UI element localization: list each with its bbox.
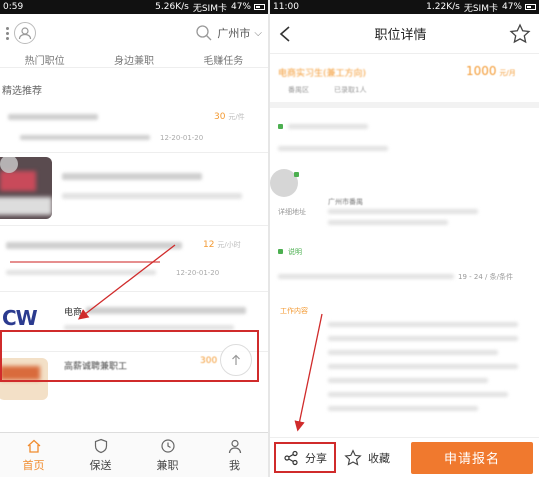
- detail-body: 电商实习生(兼工方向) 1000 元/月 番禺区 已录取1人 详细地址 广州市番…: [270, 54, 539, 437]
- shield-icon: [94, 438, 107, 453]
- share-label: 分享: [305, 451, 327, 465]
- left-phone-screen: 0:59 5.26K/s 无SIM卡 47% 广州市 ⌵ 热门职位 身边兼职 毛…: [0, 0, 268, 477]
- battery-icon: [254, 4, 265, 10]
- city-selector[interactable]: 广州市: [217, 25, 250, 41]
- app-header: 广州市 ⌵: [0, 14, 268, 52]
- status-speed: 1.22K/s: [426, 2, 460, 12]
- status-carrier: 无SIM卡: [463, 3, 498, 14]
- category-tabs: 热门职位 身边兼职 毛赚任务: [0, 52, 268, 68]
- favorite-button[interactable]: 收藏: [344, 448, 390, 467]
- nav-parttime[interactable]: 兼职: [134, 433, 201, 477]
- list-item[interactable]: 30 元/件 12-20-01-20: [0, 108, 268, 153]
- nav-parttime-label: 兼职: [156, 458, 179, 472]
- tab-hot-jobs[interactable]: 热门职位: [25, 52, 65, 67]
- star-icon[interactable]: [509, 22, 531, 45]
- status-carrier: 无SIM卡: [192, 3, 227, 14]
- tab-tasks[interactable]: 毛赚任务: [203, 52, 243, 67]
- status-bar: 0:59 5.26K/s 无SIM卡 47%: [0, 0, 268, 14]
- item-unit: 元/件: [228, 113, 245, 121]
- section-a-label: 说明: [288, 248, 302, 256]
- item-price: 12: [203, 240, 215, 250]
- battery-icon: [525, 4, 536, 10]
- item-date: 12-20-01-20: [176, 269, 220, 277]
- item-title: 电商: [64, 308, 83, 318]
- chevron-down-icon[interactable]: ⌵: [254, 28, 262, 39]
- range-text: 19 - 24 / 条/条件: [458, 273, 513, 281]
- action-bar: 分享 收藏 申请报名: [270, 437, 539, 477]
- detail-label: 详细地址: [278, 208, 306, 216]
- nav-me-label: 我: [229, 458, 240, 472]
- job-district: 番禺区: [288, 86, 309, 94]
- home-icon: [27, 439, 40, 453]
- menu-icon[interactable]: [6, 26, 10, 40]
- user-icon: [228, 439, 241, 453]
- job-price: 1000: [466, 64, 497, 78]
- status-battery: 47%: [501, 2, 522, 12]
- status-time: 0:59: [3, 2, 24, 12]
- bottom-nav: 首页 保送 兼职 我: [0, 432, 268, 477]
- status-time: 11:00: [273, 2, 299, 12]
- nav-home[interactable]: 首页: [0, 433, 67, 477]
- nav-home-label: 首页: [22, 458, 45, 472]
- share-button[interactable]: 分享: [274, 442, 336, 473]
- search-icon[interactable]: [195, 24, 213, 42]
- detail-address: 广州市番禺: [328, 198, 363, 206]
- nav-me[interactable]: 我: [201, 433, 268, 477]
- back-arrow-icon[interactable]: [278, 25, 292, 43]
- status-bar: 11:00 1.22K/s 无SIM卡 47%: [270, 0, 539, 14]
- apply-button[interactable]: 申请报名: [411, 441, 533, 474]
- section-title: 精选推荐: [2, 86, 42, 97]
- tab-nearby-parttime[interactable]: 身边兼职: [114, 52, 154, 67]
- right-phone-screen: 11:00 1.22K/s 无SIM卡 47% 职位详情 电商实习生(兼工方向)…: [270, 0, 539, 477]
- list-item[interactable]: 12 元/小时 12-20-01-20: [0, 226, 268, 292]
- list-item[interactable]: [0, 153, 268, 226]
- avatar[interactable]: [14, 22, 36, 44]
- highlight-box: [0, 330, 259, 382]
- item-date: 12-20-01-20: [160, 134, 204, 142]
- detail-header: 职位详情: [270, 14, 539, 54]
- nav-guarantee[interactable]: 保送: [67, 433, 134, 477]
- item-price: 30: [214, 112, 226, 122]
- page-title: 职位详情: [374, 28, 427, 43]
- job-hired: 已录取1人: [334, 86, 367, 94]
- status-speed: 5.26K/s: [155, 2, 189, 12]
- favorite-label: 收藏: [368, 451, 390, 465]
- nav-guarantee-label: 保送: [89, 458, 112, 472]
- job-title: 电商实习生(兼工方向): [278, 69, 367, 79]
- status-battery: 47%: [230, 2, 251, 12]
- user-icon: [18, 27, 32, 40]
- item-logo: CW: [2, 306, 38, 330]
- star-icon: [344, 448, 362, 466]
- share-icon: [284, 450, 298, 465]
- section-b-label: 工作内容: [280, 307, 308, 315]
- clock-icon: [160, 438, 175, 453]
- item-unit: 元/小时: [217, 241, 241, 249]
- item-thumbnail: [0, 157, 52, 219]
- job-unit: 元/月: [499, 69, 516, 77]
